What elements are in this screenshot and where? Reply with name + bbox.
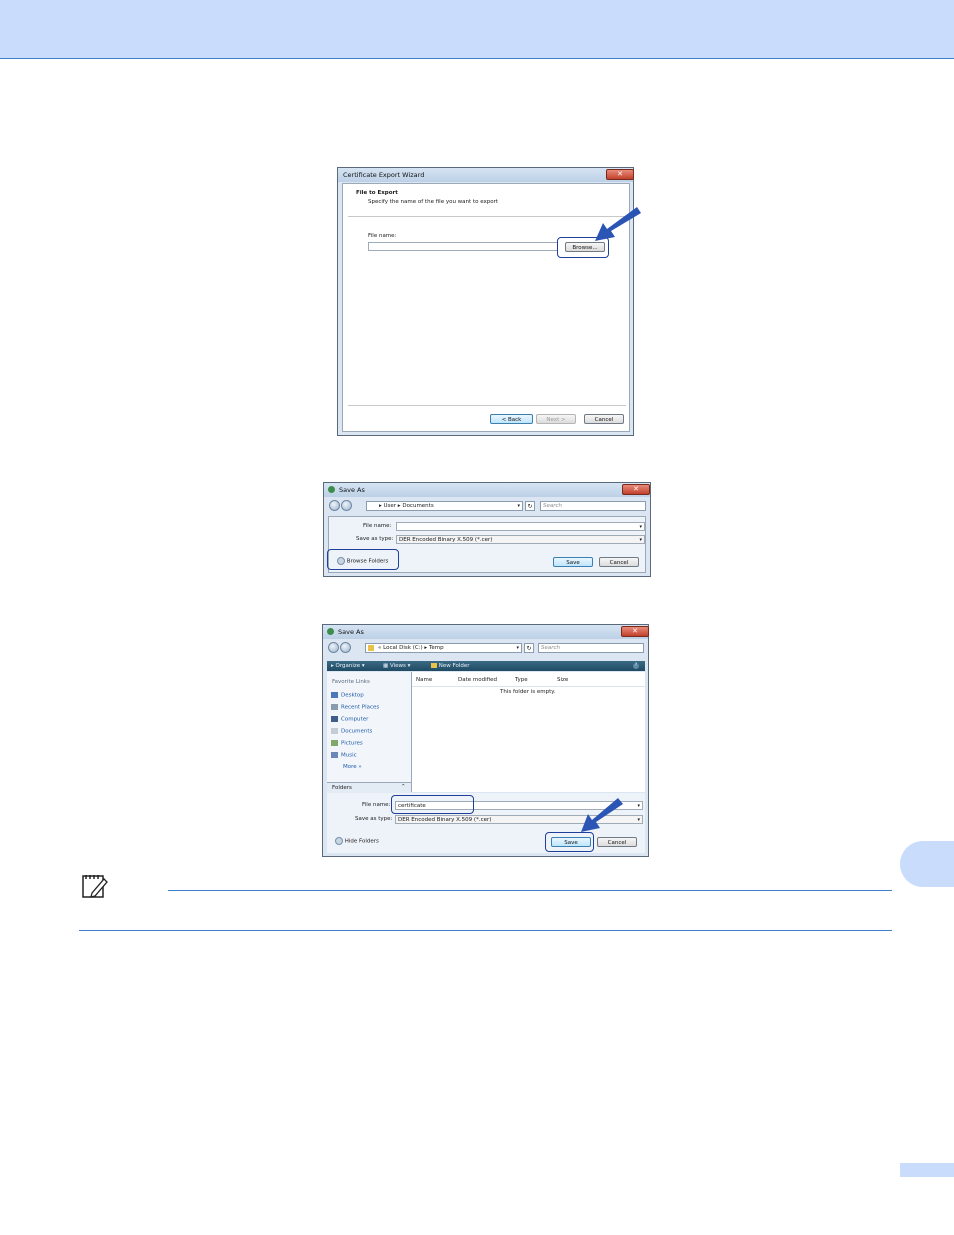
search-input[interactable]: Search xyxy=(538,643,644,653)
page-number-tab xyxy=(900,1163,954,1177)
back-icon[interactable] xyxy=(328,642,339,653)
address-bar[interactable]: « Local Disk (C:) ▸ Temp ▾ xyxy=(365,643,522,653)
note-top-rule xyxy=(168,890,892,891)
help-icon[interactable]: ? xyxy=(633,663,639,669)
desktop-icon xyxy=(331,692,338,698)
save-as-type-label: Save as type: xyxy=(355,816,393,822)
nav-item-desktop[interactable]: Desktop xyxy=(331,692,364,699)
browse-folders-highlight xyxy=(327,549,399,570)
arrow-pointer-icon xyxy=(581,798,623,832)
wizard-footer-separator xyxy=(348,405,626,406)
cancel-button[interactable]: Cancel xyxy=(597,837,637,847)
folder-icon xyxy=(368,645,374,651)
wizard-subheading: Specify the name of the file you want to… xyxy=(368,199,499,205)
file-name-input[interactable] xyxy=(368,242,558,251)
wizard-title: Certificate Export Wizard xyxy=(343,171,425,179)
back-button[interactable]: < Back xyxy=(490,414,533,424)
navigation-pane: Favorite Links Desktop Recent Places Com… xyxy=(327,672,412,792)
close-icon[interactable]: ✕ xyxy=(621,626,649,637)
header-band xyxy=(0,0,954,59)
save-as-app-icon xyxy=(327,628,334,635)
wizard-titlebar: Certificate Export Wizard ✕ xyxy=(338,168,634,182)
save-as-titlebar: Save As ✕ xyxy=(324,483,650,497)
breadcrumb-item[interactable]: ▸ User ▸ Documents xyxy=(379,503,434,509)
file-name-highlight xyxy=(391,795,474,814)
column-header-type[interactable]: Type xyxy=(515,677,528,683)
wizard-heading: File to Export xyxy=(356,190,398,196)
save-as-app-icon xyxy=(328,486,335,493)
double-chevron-icon: » xyxy=(358,764,362,770)
forward-icon[interactable] xyxy=(340,642,351,653)
command-toolbar: ▸ Organize ▾ ▦ Views ▾ New Folder ? xyxy=(327,661,645,671)
note-pencil-icon xyxy=(82,875,108,898)
cancel-button[interactable]: Cancel xyxy=(599,557,639,567)
address-bar[interactable]: ▸ User ▸ Documents ▾ xyxy=(366,501,523,511)
chevron-up-icon: ⌃ xyxy=(401,784,406,790)
refresh-icon[interactable]: ↻ xyxy=(525,501,535,511)
refresh-icon[interactable]: ↻ xyxy=(524,643,534,653)
recent-places-icon xyxy=(331,704,338,710)
computer-icon xyxy=(331,716,338,722)
save-as-type-select[interactable]: DER Encoded Binary X.509 (*.cer) ▾ xyxy=(396,535,645,544)
arrow-pointer-icon xyxy=(595,207,641,241)
nav-item-music[interactable]: Music xyxy=(331,752,357,759)
cancel-button[interactable]: Cancel xyxy=(584,414,624,424)
certificate-export-wizard-window: Certificate Export Wizard ✕ File to Expo… xyxy=(337,167,634,436)
column-header-date-modified[interactable]: Date modified xyxy=(458,677,497,683)
folder-icon xyxy=(431,663,437,668)
file-name-label: File name: xyxy=(362,802,391,808)
nav-item-documents[interactable]: Documents xyxy=(331,728,372,735)
close-icon[interactable]: ✕ xyxy=(622,484,650,495)
empty-folder-message: This folder is empty. xyxy=(500,689,556,695)
breadcrumb-item[interactable]: « Local Disk (C:) ▸ Temp xyxy=(378,645,444,651)
close-icon[interactable]: ✕ xyxy=(606,169,634,180)
save-button[interactable]: Save xyxy=(553,557,593,567)
file-list: Name Date modified Type Size This folder… xyxy=(412,672,645,792)
next-button[interactable]: Next > xyxy=(536,414,576,424)
nav-item-computer[interactable]: Computer xyxy=(331,716,368,723)
favorite-links-label: Favorite Links xyxy=(332,679,370,685)
nav-item-pictures[interactable]: Pictures xyxy=(331,740,363,747)
hide-folders-label: Hide Folders xyxy=(344,838,379,845)
save-as-title: Save As xyxy=(339,486,365,494)
back-icon[interactable] xyxy=(329,500,340,511)
music-icon xyxy=(331,752,338,758)
save-as-titlebar: Save As ✕ xyxy=(323,625,649,639)
dropdown-icon[interactable]: ▾ xyxy=(517,502,520,510)
nav-item-recent-places[interactable]: Recent Places xyxy=(331,704,379,711)
chevron-up-icon xyxy=(335,837,343,845)
save-as-title: Save As xyxy=(338,628,364,636)
nav-item-more[interactable]: More » xyxy=(343,764,362,770)
hide-folders-toggle[interactable]: Hide Folders xyxy=(335,837,379,845)
pictures-icon xyxy=(331,740,338,746)
save-as-type-label: Save as type: xyxy=(356,536,394,542)
search-input[interactable]: Search xyxy=(540,501,646,511)
file-name-label: File name: xyxy=(363,523,392,529)
views-button[interactable]: ▦ Views ▾ xyxy=(383,661,410,671)
forward-icon[interactable] xyxy=(341,500,352,511)
folders-label: Folders xyxy=(332,785,352,791)
column-header-size[interactable]: Size xyxy=(557,677,568,683)
wizard-separator xyxy=(348,216,626,217)
file-name-label: File name: xyxy=(368,233,397,239)
wizard-body: File to Export Specify the name of the f… xyxy=(342,183,630,432)
chapter-tab xyxy=(900,841,954,887)
organize-button[interactable]: ▸ Organize ▾ xyxy=(331,661,365,671)
file-name-input[interactable]: ▾ xyxy=(396,522,645,531)
note-bottom-rule xyxy=(79,930,892,931)
column-header-name[interactable]: Name xyxy=(416,677,432,683)
column-header-separator xyxy=(412,686,645,687)
documents-icon xyxy=(331,728,338,734)
new-folder-button[interactable]: New Folder xyxy=(431,661,470,671)
dropdown-icon[interactable]: ▾ xyxy=(516,644,519,652)
